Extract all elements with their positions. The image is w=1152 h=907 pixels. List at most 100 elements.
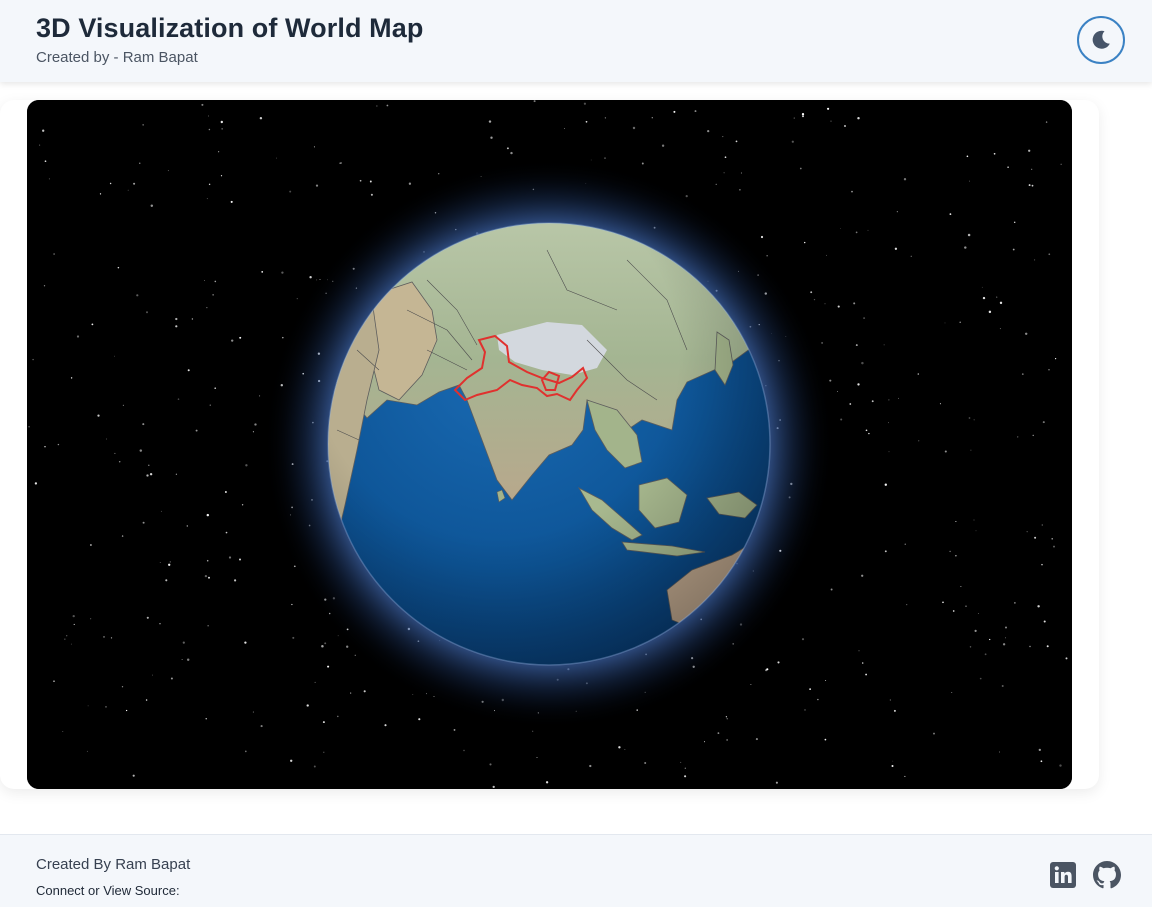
star <box>139 449 143 452</box>
star <box>337 715 339 718</box>
star <box>231 339 234 342</box>
star <box>809 688 811 690</box>
star <box>296 298 298 300</box>
star <box>724 156 727 159</box>
star <box>239 336 242 339</box>
star <box>824 738 827 741</box>
star <box>224 491 227 493</box>
star <box>1038 748 1041 752</box>
github-link[interactable] <box>1093 861 1121 889</box>
globe-viewport[interactable] <box>27 100 1072 789</box>
star <box>589 764 592 768</box>
star <box>314 681 316 683</box>
star <box>151 674 153 676</box>
star <box>1004 637 1006 639</box>
star <box>717 732 720 734</box>
star <box>837 305 840 308</box>
star <box>103 636 105 638</box>
star <box>218 151 220 153</box>
star <box>810 291 813 294</box>
star <box>418 718 421 721</box>
footer-credit: Created By Ram Bapat <box>36 856 191 873</box>
star <box>220 120 223 124</box>
star <box>536 756 538 759</box>
star <box>624 749 626 750</box>
star <box>837 391 838 392</box>
star <box>888 451 890 453</box>
star <box>191 318 194 320</box>
star <box>160 510 162 512</box>
star <box>884 483 887 486</box>
star <box>34 482 38 485</box>
star <box>1031 184 1034 187</box>
star <box>1002 643 1006 646</box>
star <box>1012 248 1015 251</box>
star <box>863 317 866 320</box>
globe-canvas[interactable] <box>27 100 1072 789</box>
star <box>289 190 292 193</box>
star <box>1048 369 1050 371</box>
star <box>1045 121 1048 123</box>
star <box>214 387 217 390</box>
star <box>545 781 549 784</box>
star <box>644 761 647 765</box>
star <box>259 395 261 397</box>
star <box>851 190 853 193</box>
star <box>740 172 742 174</box>
star <box>775 781 778 784</box>
star <box>715 183 717 186</box>
star <box>453 728 456 731</box>
linkedin-link[interactable] <box>1049 861 1077 889</box>
star <box>1028 149 1031 152</box>
star <box>884 550 887 553</box>
star <box>386 104 389 107</box>
star <box>48 178 50 180</box>
star <box>817 698 819 701</box>
star <box>821 341 824 344</box>
star <box>208 128 211 131</box>
star <box>707 129 710 133</box>
star <box>146 616 149 619</box>
footer-connect-label: Connect or View Source: <box>36 883 180 898</box>
star <box>220 175 223 177</box>
star <box>384 724 387 727</box>
star <box>760 235 764 239</box>
star <box>726 718 728 720</box>
star <box>865 429 868 432</box>
star <box>106 438 107 440</box>
star <box>142 521 145 524</box>
star <box>70 643 72 645</box>
theme-toggle-button[interactable] <box>1077 16 1125 64</box>
star <box>1034 536 1037 539</box>
star <box>533 100 536 103</box>
star <box>844 125 846 127</box>
star <box>933 732 935 735</box>
star <box>187 369 190 372</box>
star <box>975 530 977 532</box>
star <box>1028 184 1031 187</box>
star <box>967 233 971 237</box>
star <box>195 429 198 432</box>
star <box>791 140 794 143</box>
star <box>944 322 946 324</box>
page-title: 3D Visualization of World Map <box>36 13 424 43</box>
star <box>888 422 889 424</box>
star <box>988 310 992 314</box>
star <box>684 767 686 769</box>
star <box>973 419 975 421</box>
star <box>968 180 971 182</box>
star <box>849 403 852 405</box>
star <box>490 136 493 139</box>
star <box>1013 221 1016 224</box>
star <box>532 730 534 732</box>
star <box>252 431 254 433</box>
moon-icon <box>1092 30 1110 49</box>
star <box>169 561 171 563</box>
star <box>212 294 214 296</box>
star <box>206 198 208 200</box>
star <box>206 513 210 517</box>
star <box>959 321 961 323</box>
app-footer: Created By Ram Bapat Connect or View Sou… <box>0 834 1152 907</box>
star <box>703 741 706 743</box>
star <box>363 690 366 693</box>
